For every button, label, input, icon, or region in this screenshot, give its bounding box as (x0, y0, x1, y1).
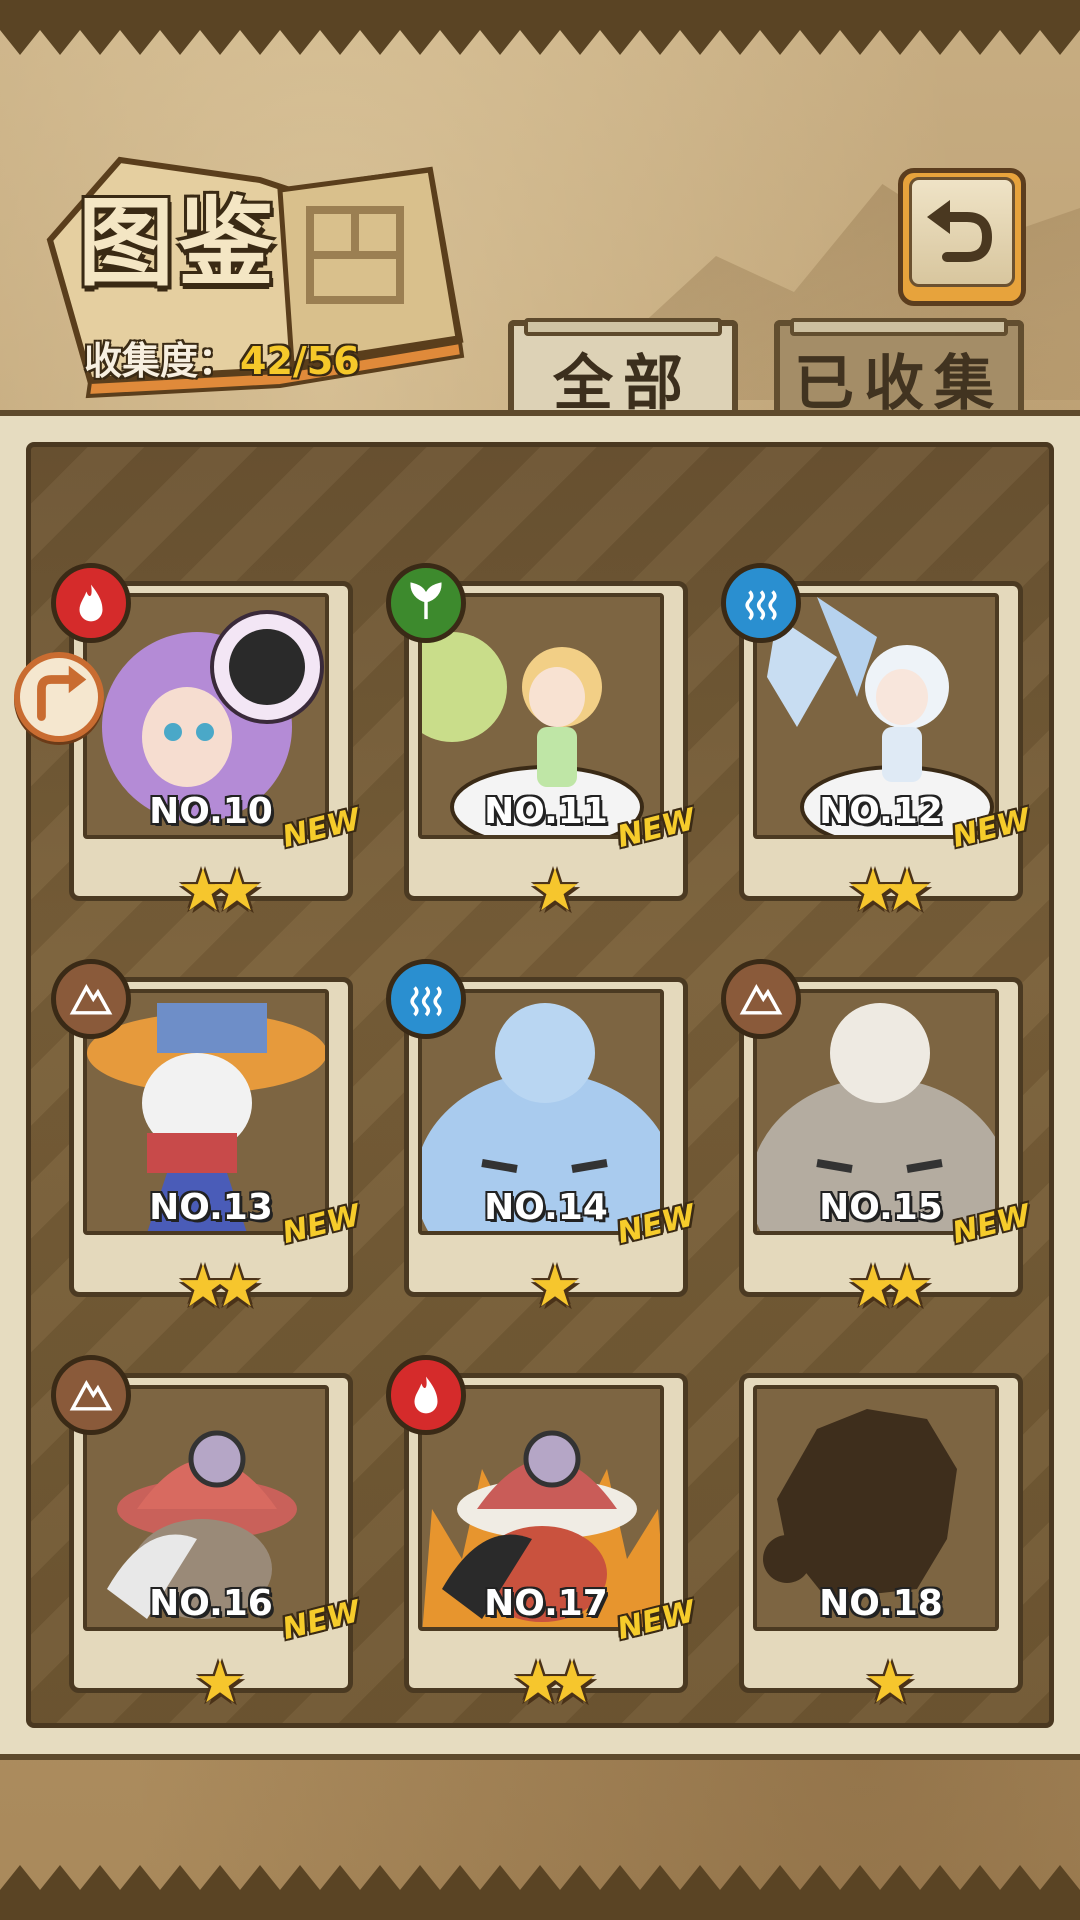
card-no-15[interactable]: NO.15 NEW ★★ (721, 959, 1034, 1315)
card-no-13[interactable]: NO.13 NEW ★★ (51, 959, 364, 1315)
star-rating: ★★ (847, 856, 933, 924)
plant-element-icon (386, 563, 466, 643)
card-grid-scroll[interactable]: NO.10 NEW ★★ NO.11 NEW ★ NO.12 NEW ★★ NO… (26, 442, 1054, 1728)
tab-collected-label: 已收集 (794, 348, 1004, 419)
water-element-icon (386, 959, 466, 1039)
star-rating: ★★ (512, 1648, 598, 1716)
star-rating: ★★ (177, 856, 263, 924)
star-rating: ★ (194, 1648, 246, 1716)
back-button[interactable] (898, 168, 1026, 306)
card-no-10[interactable]: NO.10 NEW ★★ (51, 563, 364, 919)
star-rating: ★ (529, 856, 581, 924)
star-rating: ★ (529, 1252, 581, 1320)
collection-value: 42/56 (240, 339, 360, 383)
card-no-11[interactable]: NO.11 NEW ★ (386, 563, 699, 919)
earth-element-icon (51, 959, 131, 1039)
side-action-button[interactable] (14, 652, 104, 742)
card-no-16[interactable]: NO.16 NEW ★ (51, 1355, 364, 1711)
collection-progress: 收集度： 42/56 (84, 330, 360, 385)
tab-rail (790, 318, 1008, 336)
fire-element-icon (51, 563, 131, 643)
earth-element-icon (721, 959, 801, 1039)
star-rating: ★ (864, 1648, 916, 1716)
tab-rail (524, 318, 722, 336)
card-number: NO.18 (819, 1583, 943, 1624)
collection-label: 收集度： (84, 339, 237, 383)
earth-element-icon (51, 1355, 131, 1435)
card-no-14[interactable]: NO.14 NEW ★ (386, 959, 699, 1315)
card-no-17[interactable]: NO.17 NEW ★★ (386, 1355, 699, 1711)
return-arrow-icon (927, 200, 993, 262)
top-zigzag-border (0, 0, 1080, 55)
water-element-icon (721, 563, 801, 643)
fire-element-icon (386, 1355, 466, 1435)
tab-all-label: 全部 (553, 348, 693, 419)
collection-panel: NO.10 NEW ★★ NO.11 NEW ★ NO.12 NEW ★★ NO… (0, 410, 1080, 1760)
arrow-turn-icon (37, 665, 87, 721)
card-no-18-locked[interactable]: NO.18 ★ (739, 1373, 1023, 1711)
bottom-zigzag-border (0, 1865, 1080, 1920)
card-no-12[interactable]: NO.12 NEW ★★ (721, 563, 1034, 919)
star-rating: ★★ (177, 1252, 263, 1320)
page-title: 图鉴 (78, 186, 278, 299)
star-rating: ★★ (847, 1252, 933, 1320)
